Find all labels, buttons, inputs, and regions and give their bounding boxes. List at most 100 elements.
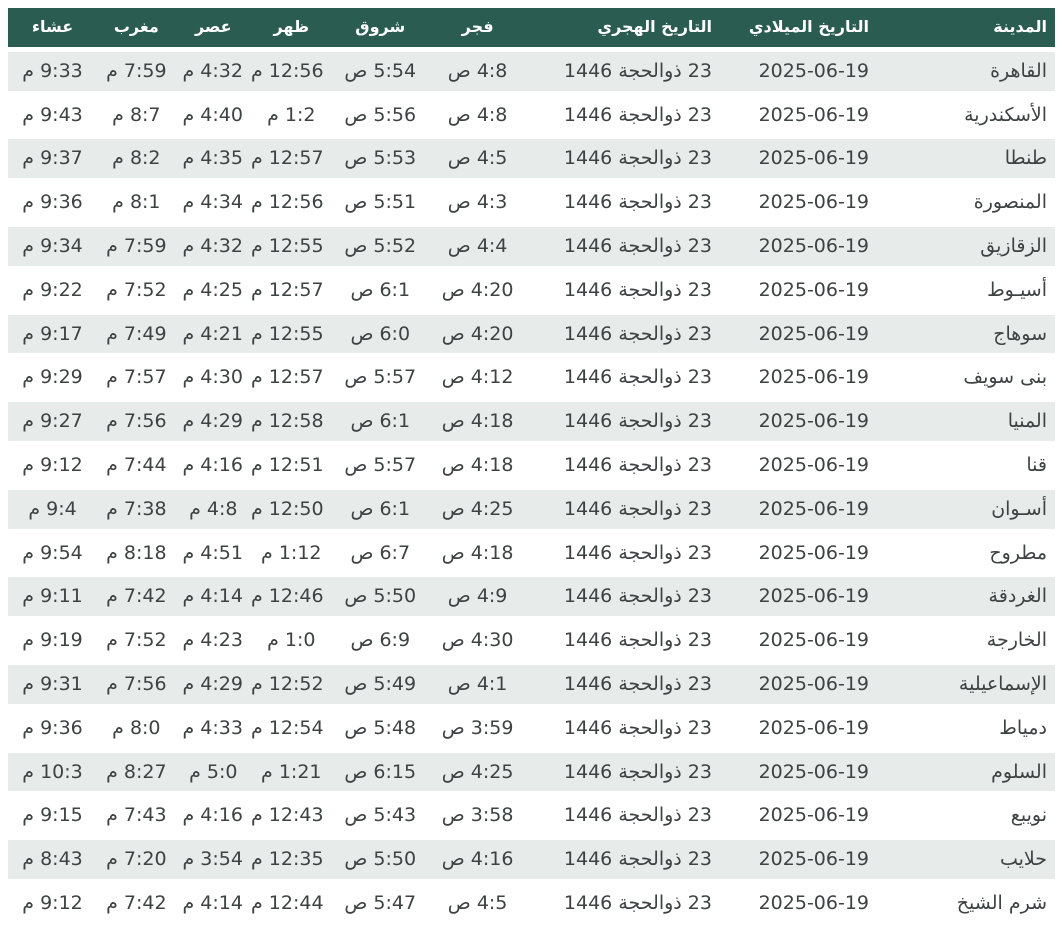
asr-time-cell: 4:16 م (175, 793, 251, 841)
hijri-date-cell: 23 ذوالحجة 1446 (526, 837, 720, 884)
isha-time-cell: 9:33 م (8, 49, 98, 96)
fajr-time-cell: 4:18 ص (428, 399, 527, 446)
table-row: الإسماعيلية 2025-06-19 23 ذوالحجة 1446 4… (8, 662, 1055, 709)
table-header: المدينة التاريخ الميلادي التاريخ الهجري … (8, 8, 1055, 52)
asr-time-cell: 4:29 م (175, 399, 251, 446)
dhuhr-time-cell: 12:57 م (250, 136, 332, 184)
maghrib-time-cell: 7:49 م (97, 312, 176, 359)
prayer-times-page: { "colors": { "header_bg": "#2a5c51", "h… (0, 0, 1063, 928)
asr-time-cell: 4:32 م (175, 224, 251, 271)
isha-time-cell: 9:36 م (8, 180, 98, 227)
asr-time-cell: 4:32 م (175, 49, 251, 96)
sunrise-time-cell: 6:0 ص (331, 312, 429, 359)
asr-time-cell: 4:34 م (175, 180, 251, 227)
maghrib-time-cell: 8:1 م (97, 180, 176, 227)
fajr-time-cell: 4:5 ص (428, 136, 527, 184)
header-fajr: فجر (428, 8, 527, 52)
sunrise-time-cell: 5:52 ص (331, 224, 429, 271)
sunrise-time-cell: 5:54 ص (331, 49, 429, 96)
city-cell: الإسماعيلية (877, 662, 1055, 709)
table-row: المنيا 2025-06-19 23 ذوالحجة 1446 4:18 ص… (8, 399, 1055, 446)
isha-time-cell: 10:3 م (8, 750, 98, 797)
sunrise-time-cell: 6:1 ص (331, 268, 429, 315)
city-cell: مطروح (877, 531, 1055, 578)
dhuhr-time-cell: 12:58 م (250, 399, 332, 446)
hijri-date-cell: 23 ذوالحجة 1446 (526, 706, 720, 753)
isha-time-cell: 9:27 م (8, 399, 98, 446)
isha-time-cell: 9:4 م (8, 487, 98, 534)
gregorian-date-cell: 2025-06-19 (719, 706, 878, 753)
hijri-date-cell: 23 ذوالحجة 1446 (526, 312, 720, 359)
city-cell: الخارجة (877, 618, 1055, 665)
isha-time-cell: 9:11 م (8, 574, 98, 622)
maghrib-time-cell: 7:42 م (97, 881, 176, 928)
table-row: أسـوان 2025-06-19 23 ذوالحجة 1446 4:25 ص… (8, 487, 1055, 534)
fajr-time-cell: 4:25 ص (428, 487, 527, 534)
sunrise-time-cell: 5:56 ص (331, 93, 429, 140)
header-gregorian-date: التاريخ الميلادي (719, 8, 878, 52)
fajr-time-cell: 4:5 ص (428, 881, 527, 928)
gregorian-date-cell: 2025-06-19 (719, 49, 878, 96)
sunrise-time-cell: 5:50 ص (331, 837, 429, 884)
city-cell: الأسكندرية (877, 93, 1055, 140)
sunrise-time-cell: 5:51 ص (331, 180, 429, 227)
hijri-date-cell: 23 ذوالحجة 1446 (526, 793, 720, 841)
asr-time-cell: 3:54 م (175, 837, 251, 884)
city-cell: الغردقة (877, 574, 1055, 622)
table-row: السلوم 2025-06-19 23 ذوالحجة 1446 4:25 ص… (8, 750, 1055, 797)
city-cell: نويبع (877, 793, 1055, 841)
sunrise-time-cell: 6:1 ص (331, 399, 429, 446)
dhuhr-time-cell: 12:56 م (250, 180, 332, 227)
maghrib-time-cell: 7:43 م (97, 793, 176, 841)
city-cell: دمياط (877, 706, 1055, 753)
isha-time-cell: 9:34 م (8, 224, 98, 271)
fajr-time-cell: 4:16 ص (428, 837, 527, 884)
asr-time-cell: 4:14 م (175, 881, 251, 928)
maghrib-time-cell: 8:7 م (97, 93, 176, 140)
table-row: بنى سويف 2025-06-19 23 ذوالحجة 1446 4:12… (8, 355, 1055, 403)
header-asr: عصر (175, 8, 251, 52)
table-row: حلايب 2025-06-19 23 ذوالحجة 1446 4:16 ص … (8, 837, 1055, 884)
hijri-date-cell: 23 ذوالحجة 1446 (526, 268, 720, 315)
prayer-times-table: المدينة التاريخ الميلادي التاريخ الهجري … (8, 8, 1055, 928)
isha-time-cell: 9:22 م (8, 268, 98, 315)
asr-time-cell: 5:0 م (175, 750, 251, 797)
maghrib-time-cell: 8:0 م (97, 706, 176, 753)
isha-time-cell: 9:31 م (8, 662, 98, 709)
fajr-time-cell: 4:1 ص (428, 662, 527, 709)
sunrise-time-cell: 6:7 ص (331, 531, 429, 578)
gregorian-date-cell: 2025-06-19 (719, 355, 878, 403)
sunrise-time-cell: 5:57 ص (331, 443, 429, 490)
gregorian-date-cell: 2025-06-19 (719, 750, 878, 797)
asr-time-cell: 4:51 م (175, 531, 251, 578)
asr-time-cell: 4:25 م (175, 268, 251, 315)
fajr-time-cell: 3:59 ص (428, 706, 527, 753)
maghrib-time-cell: 7:42 م (97, 574, 176, 622)
maghrib-time-cell: 7:52 م (97, 268, 176, 315)
city-cell: قنا (877, 443, 1055, 490)
table-row: الزقازيق 2025-06-19 23 ذوالحجة 1446 4:4 … (8, 224, 1055, 271)
fajr-time-cell: 4:8 ص (428, 49, 527, 96)
isha-time-cell: 9:19 م (8, 618, 98, 665)
table-row: أسيـوط 2025-06-19 23 ذوالحجة 1446 4:20 ص… (8, 268, 1055, 315)
asr-time-cell: 4:16 م (175, 443, 251, 490)
fajr-time-cell: 4:4 ص (428, 224, 527, 271)
asr-time-cell: 4:40 م (175, 93, 251, 140)
city-cell: بنى سويف (877, 355, 1055, 403)
gregorian-date-cell: 2025-06-19 (719, 399, 878, 446)
header-isha: عشاء (8, 8, 98, 52)
gregorian-date-cell: 2025-06-19 (719, 136, 878, 184)
maghrib-time-cell: 7:56 م (97, 662, 176, 709)
dhuhr-time-cell: 1:2 م (250, 93, 332, 140)
fajr-time-cell: 4:20 ص (428, 268, 527, 315)
dhuhr-time-cell: 12:46 م (250, 574, 332, 622)
asr-time-cell: 4:8 م (175, 487, 251, 534)
dhuhr-time-cell: 12:50 م (250, 487, 332, 534)
sunrise-time-cell: 5:53 ص (331, 136, 429, 184)
hijri-date-cell: 23 ذوالحجة 1446 (526, 487, 720, 534)
dhuhr-time-cell: 12:57 م (250, 355, 332, 403)
asr-time-cell: 4:33 م (175, 706, 251, 753)
table-row: الأسكندرية 2025-06-19 23 ذوالحجة 1446 4:… (8, 93, 1055, 140)
asr-time-cell: 4:35 م (175, 136, 251, 184)
sunrise-time-cell: 5:43 ص (331, 793, 429, 841)
